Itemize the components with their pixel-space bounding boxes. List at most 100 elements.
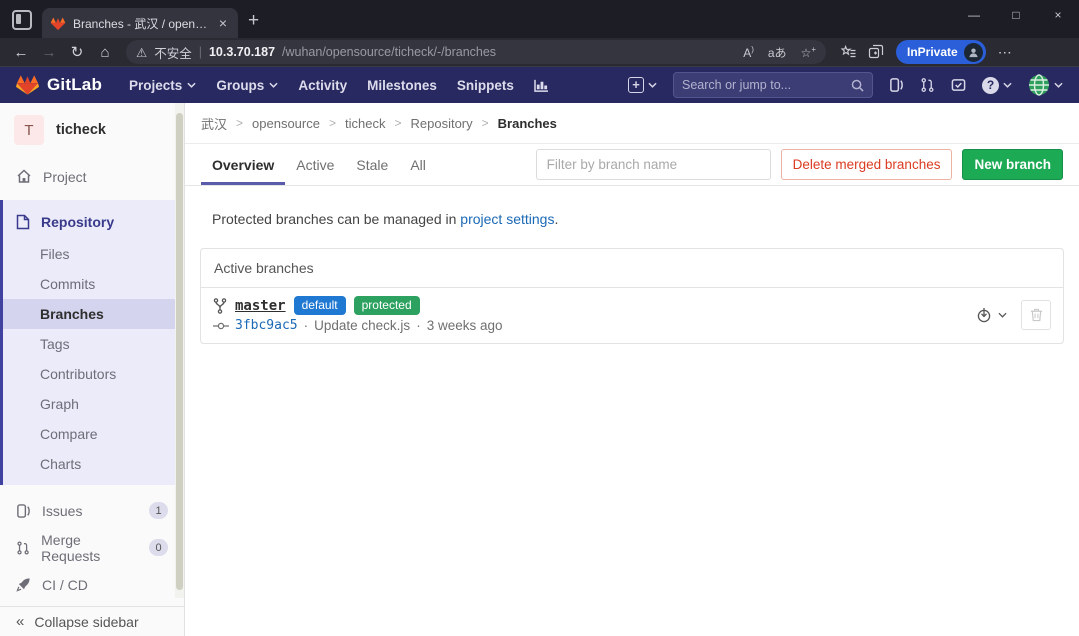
commit-sha-link[interactable]: 3fbc9ac5: [235, 318, 298, 333]
scrollbar-thumb[interactable]: [176, 113, 183, 590]
merge-request-icon: [16, 540, 30, 556]
collapse-sidebar-button[interactable]: « Collapse sidebar: [0, 606, 184, 636]
project-avatar: T: [14, 115, 44, 145]
user-menu[interactable]: [1028, 74, 1063, 96]
branch-icon: [213, 298, 227, 314]
gitlab-tanuki-icon: [16, 74, 39, 96]
inprivate-label: InPrivate: [907, 45, 958, 59]
gitlab-favicon: [50, 16, 66, 31]
browser-tab[interactable]: Branches - 武汉 / opensource / t ×: [42, 8, 238, 38]
gitlab-logo[interactable]: GitLab: [16, 74, 102, 96]
settings-more-icon[interactable]: ⋯: [998, 44, 1012, 61]
menu-projects[interactable]: Projects: [120, 72, 205, 99]
breadcrumb-project[interactable]: ticheck: [345, 116, 385, 131]
sidebar-item-graph[interactable]: Graph: [3, 389, 184, 419]
rocket-icon: [16, 577, 31, 592]
protected-branches-notice: Protected branches can be managed in pro…: [201, 211, 1063, 227]
breadcrumb-group[interactable]: 武汉: [201, 114, 227, 133]
addressbar-tools: A) aあ ☆+: [743, 44, 816, 61]
url-host: 10.3.70.187: [209, 45, 275, 59]
notice-text: Protected branches can be managed in: [212, 211, 456, 227]
breadcrumb-separator: >: [394, 116, 401, 130]
tab-active[interactable]: Active: [285, 144, 345, 185]
window-controls: — □ ×: [953, 0, 1079, 30]
sidebar-item-repository[interactable]: Repository: [3, 206, 184, 237]
dot-separator: ·: [304, 318, 309, 333]
delete-branch-button[interactable]: [1021, 300, 1051, 330]
sidebar-scrollbar[interactable]: [175, 103, 184, 598]
close-icon[interactable]: ×: [1037, 0, 1079, 30]
delete-merged-branches-button[interactable]: Delete merged branches: [781, 149, 953, 180]
read-aloud-icon[interactable]: A): [743, 45, 754, 60]
translate-icon[interactable]: aあ: [768, 44, 787, 61]
maximize-icon[interactable]: □: [995, 0, 1037, 30]
new-dropdown[interactable]: +: [628, 77, 657, 93]
search-input[interactable]: [682, 78, 845, 92]
branch-name-link[interactable]: master: [235, 298, 286, 314]
add-favorite-icon[interactable]: ☆+: [801, 45, 816, 60]
sidebar-item-project[interactable]: Project: [0, 161, 184, 192]
tab-overview[interactable]: Overview: [201, 144, 285, 185]
project-header[interactable]: T ticheck: [0, 103, 184, 155]
sidebar-item-files[interactable]: Files: [3, 239, 184, 269]
browser-window: Branches - 武汉 / opensource / t × + — □ ×…: [0, 0, 1079, 636]
merge-requests-nav-icon[interactable]: [920, 77, 935, 93]
sidebar-item-merge-requests[interactable]: Merge Requests 0: [0, 532, 184, 563]
collections-icon[interactable]: [868, 44, 884, 60]
chevron-down-icon: [269, 82, 278, 88]
project-name: ticheck: [56, 122, 106, 138]
filter-branch-input[interactable]: [536, 149, 771, 180]
sidebar-item-tags[interactable]: Tags: [3, 329, 184, 359]
menu-groups[interactable]: Groups: [207, 72, 287, 99]
forward-icon[interactable]: →: [36, 44, 62, 61]
favorites-icon[interactable]: [840, 44, 856, 60]
new-branch-button[interactable]: New branch: [962, 149, 1063, 180]
sidebar-item-commits[interactable]: Commits: [3, 269, 184, 299]
address-bar[interactable]: ⚠ 不安全 | 10.3.70.187 /wuhan/opensource/ti…: [126, 40, 826, 64]
collapse-icon: «: [16, 613, 24, 630]
sidebar-item-cicd[interactable]: CI / CD: [0, 569, 184, 600]
menu-activity[interactable]: Activity: [289, 72, 356, 99]
sidebar-item-issues[interactable]: Issues 1: [0, 495, 184, 526]
download-dropdown[interactable]: [976, 307, 1007, 323]
refresh-icon[interactable]: ↻: [64, 43, 90, 61]
sidebar-item-charts[interactable]: Charts: [3, 449, 184, 479]
breadcrumb-repository[interactable]: Repository: [410, 116, 472, 131]
sidebar-item-branches[interactable]: Branches: [3, 299, 184, 329]
project-settings-link[interactable]: project settings: [460, 211, 554, 227]
home-icon: [16, 169, 32, 184]
breadcrumb-current: Branches: [498, 116, 557, 131]
gitlab-navbar-right: + ?: [628, 72, 1063, 98]
help-icon: ?: [982, 77, 999, 94]
avatar-globe-icon: [1028, 74, 1050, 96]
tab-actions-icon[interactable]: [12, 10, 32, 30]
menu-snippets[interactable]: Snippets: [448, 72, 523, 99]
download-icon: [976, 307, 992, 323]
new-tab-button[interactable]: +: [248, 10, 259, 32]
tab-close-icon[interactable]: ×: [216, 15, 230, 31]
global-search[interactable]: [673, 72, 873, 98]
security-label[interactable]: 不安全: [154, 43, 192, 62]
help-dropdown[interactable]: ?: [982, 77, 1012, 94]
sidebar-nav: Project Repository Files Commits Branche…: [0, 155, 184, 606]
plus-icon: +: [628, 77, 644, 93]
dot-separator: ·: [416, 318, 421, 333]
sidebar-item-contributors[interactable]: Contributors: [3, 359, 184, 389]
inprivate-badge[interactable]: InPrivate: [896, 40, 986, 64]
todos-nav-icon[interactable]: [951, 77, 966, 93]
mr-count-badge: 0: [149, 539, 168, 556]
breadcrumb-subgroup[interactable]: opensource: [252, 116, 320, 131]
breadcrumb-separator: >: [236, 116, 243, 130]
menu-milestones[interactable]: Milestones: [358, 72, 446, 99]
back-icon[interactable]: ←: [8, 44, 34, 61]
tab-all[interactable]: All: [399, 144, 437, 185]
tab-stale[interactable]: Stale: [345, 144, 399, 185]
analytics-chart-icon[interactable]: [525, 73, 558, 98]
home-icon[interactable]: ⌂: [92, 44, 118, 61]
toolbar-extensions: InPrivate ⋯: [840, 40, 1012, 64]
tab-title: Branches - 武汉 / opensource / t: [73, 15, 209, 32]
sidebar-item-compare[interactable]: Compare: [3, 419, 184, 449]
minimize-icon[interactable]: —: [953, 0, 995, 30]
search-icon: [851, 79, 864, 92]
issues-nav-icon[interactable]: [889, 77, 904, 93]
